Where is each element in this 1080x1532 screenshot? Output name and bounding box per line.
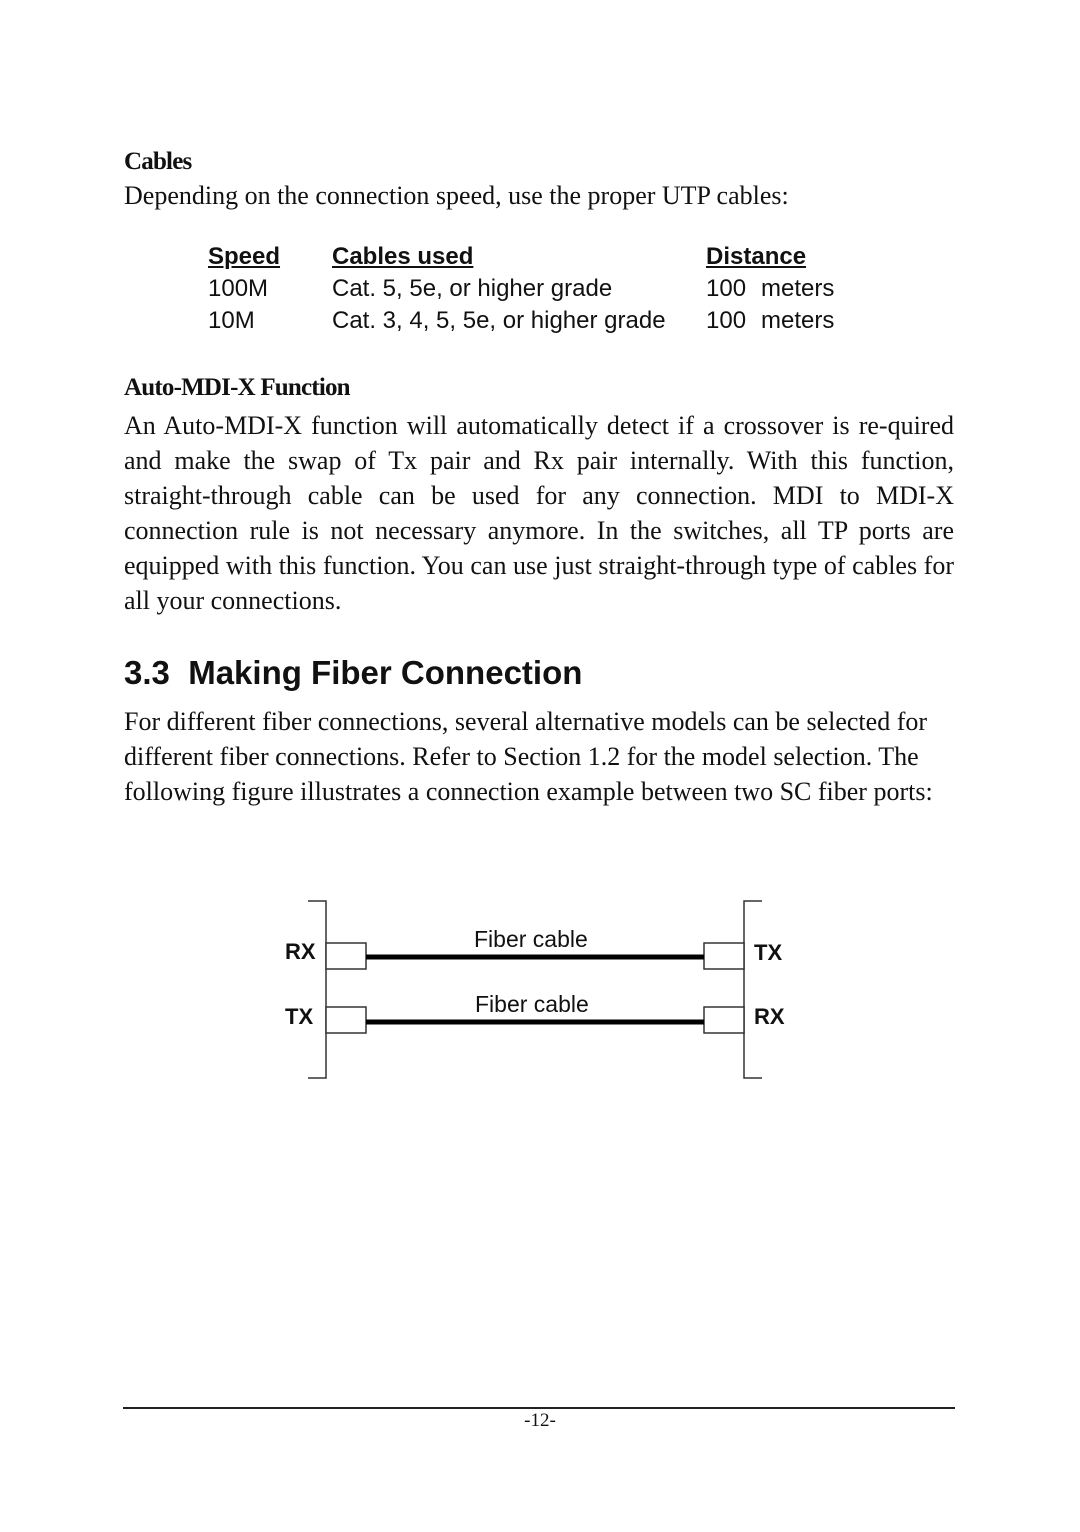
auto-mdix-body: An Auto-MDI-X function will automaticall… [124, 411, 954, 615]
right-port-label-tx: TX [754, 940, 783, 965]
fiber-connection-diagram: RX TX TX RX Fiber cable Fiber cable [270, 890, 810, 1090]
header-cables-used: Cables used [332, 243, 474, 270]
section-title: 3.3 Making Fiber Connection [124, 654, 583, 691]
right-device-bracket [743, 900, 762, 1079]
right-port-label-rx: RX [754, 1004, 785, 1029]
right-port-rx [703, 1006, 745, 1034]
cables-intro: Depending on the connection speed, use t… [124, 181, 789, 210]
cell-distance-value: 100 [706, 275, 747, 302]
diagram-graphics [308, 900, 762, 1079]
cable-label-2: Fiber cable [475, 991, 589, 1017]
left-port-tx [325, 1006, 367, 1034]
header-distance: Distance [706, 243, 807, 270]
header-speed: Speed [208, 243, 281, 270]
auto-mdix-heading: Auto-MDI-X Function [124, 374, 351, 401]
footer-divider [123, 1407, 955, 1409]
left-device-bracket [308, 900, 327, 1079]
cables-heading: Cables [124, 148, 192, 175]
cable-label-1: Fiber cable [474, 926, 588, 952]
right-port-tx [703, 942, 745, 970]
page-number: -12- [524, 1410, 556, 1431]
cell-speed: 100M [208, 275, 269, 302]
cell-cables: Cat. 3, 4, 5, 5e, or higher grade [332, 307, 666, 334]
cell-speed: 10M [208, 307, 255, 334]
cell-distance-unit: meters [761, 307, 835, 334]
left-port-label-rx: RX [285, 939, 316, 964]
cell-cables: Cat. 5, 5e, or higher grade [332, 275, 613, 302]
cell-distance-value: 100 [706, 307, 747, 334]
fiber-body: For different fiber connections, several… [124, 707, 933, 806]
left-port-label-tx: TX [285, 1004, 314, 1029]
left-port-rx [325, 942, 367, 970]
cell-distance-unit: meters [761, 275, 835, 302]
